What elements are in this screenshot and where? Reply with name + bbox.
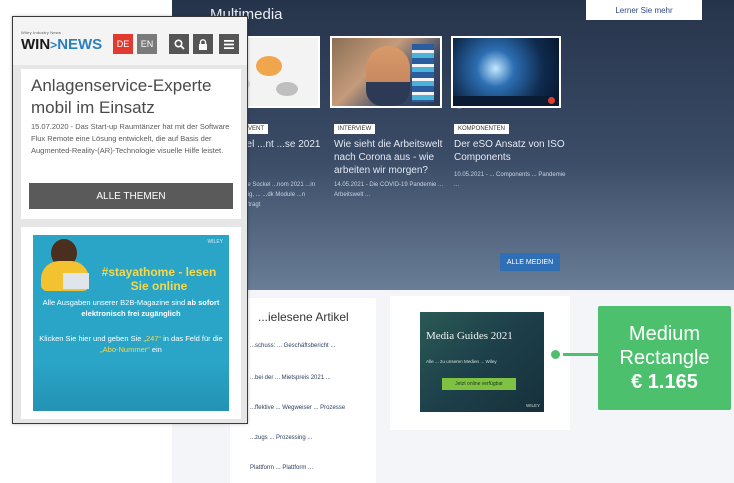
article-title[interactable]: Anlagenservice-Experte mobil im Einsatz xyxy=(31,75,233,119)
learn-more-button[interactable]: Lerner Sie mehr xyxy=(586,0,702,20)
most-read-title: ...ielesene Artikel xyxy=(258,310,349,324)
search-icon[interactable] xyxy=(169,34,189,54)
article-link[interactable]: ...ffektive ... Wegweiser ... Prozesse xyxy=(250,404,372,413)
callout-line1: Medium xyxy=(628,323,701,345)
media-guides-subtitle: Alle ... zu unseren Medien ... Wiley xyxy=(426,359,497,364)
most-read-box: ...ielesene Artikel ...schuss: ... Gesch… xyxy=(230,298,376,483)
card-headline[interactable]: Wie sieht die Arbeitswelt nach Corona au… xyxy=(334,138,446,177)
wiley-logo: WILEY xyxy=(525,403,540,408)
article-link[interactable]: ...schuss: ... Geschäftsbericht ... xyxy=(250,342,372,351)
article-link[interactable]: ...bei der ... Mietspreis 2021 ... xyxy=(250,374,372,383)
card-headline[interactable]: Der eSO Ansatz von ISO Components xyxy=(454,138,566,164)
ad-photo-strip xyxy=(33,359,229,411)
card-text: ...ese Sockel ...nom 2021 ...in ...ndig,… xyxy=(236,182,316,208)
article-excerpt: 15.07.2020 - Das Start-up Raumtänzer hat… xyxy=(31,122,230,155)
all-themes-button[interactable]: ALLE THEMEN xyxy=(29,183,233,209)
components-video-thumbnail[interactable]: ... xyxy=(451,36,561,111)
stayathome-ad-card: WILEY #stayathome - lesen Sie online All… xyxy=(21,227,241,419)
article-teaser[interactable]: Anlagenservice-Experte mobil im Einsatz … xyxy=(21,69,241,219)
logo-tagline: Wiley Industry News xyxy=(21,30,62,35)
all-media-button[interactable]: ALLE MEDIEN xyxy=(500,253,560,271)
language-en-button[interactable]: EN xyxy=(137,34,157,54)
ad-format-callout: Medium Rectangle € 1.165 xyxy=(598,306,731,410)
card-tag: KOMPONENTEN xyxy=(454,124,510,134)
stayathome-headline: #stayathome - lesen Sie online xyxy=(101,265,217,293)
reader-illustration xyxy=(37,237,93,295)
media-guides-ad[interactable]: Media Guides 2021 Alle ... zu unseren Me… xyxy=(420,312,544,412)
card-text: 10.05.2021 - ... Components ... Pandemie… xyxy=(454,172,566,188)
callout-dot-icon xyxy=(548,347,563,362)
interview-video-thumbnail[interactable] xyxy=(330,36,442,108)
card-tag: INTERVIEW xyxy=(334,124,376,134)
media-guides-title: Media Guides 2021 xyxy=(426,330,513,342)
stayathome-text: Alle Ausgaben unserer B2B-Magazine sind … xyxy=(42,298,220,318)
article-link[interactable]: Plattform ... Plattform ... xyxy=(250,464,372,473)
lock-icon[interactable] xyxy=(193,34,213,54)
card-headline[interactable]: ...iel ...nt ...se 2021 xyxy=(236,138,326,151)
media-guides-button[interactable]: Jetzt online verfügbar xyxy=(442,378,516,390)
language-de-button[interactable]: DE xyxy=(113,34,133,54)
stayathome-ad[interactable]: WILEY #stayathome - lesen Sie online All… xyxy=(33,235,229,411)
callout-price: € 1.165 xyxy=(631,371,698,393)
callout-line2: Rectangle xyxy=(619,347,710,369)
stayathome-instructions: Klicken Sie hier und geben Sie „247“ in … xyxy=(39,334,223,354)
channel-logo-icon xyxy=(548,97,555,104)
card-text: 14.05.2021 - Die COVID-19 Pandemie ... A… xyxy=(334,182,444,198)
article-link[interactable]: ...zugs ... Prozessing ... xyxy=(250,434,372,443)
menu-icon[interactable] xyxy=(219,34,239,54)
mobile-view: Wiley Industry News WIN>NEWS DE EN Anlag… xyxy=(12,16,248,424)
mobile-header: Wiley Industry News WIN>NEWS DE EN xyxy=(13,17,247,65)
wiley-logo: WILEY xyxy=(207,239,223,245)
win-news-logo[interactable]: WIN>NEWS xyxy=(21,36,102,53)
